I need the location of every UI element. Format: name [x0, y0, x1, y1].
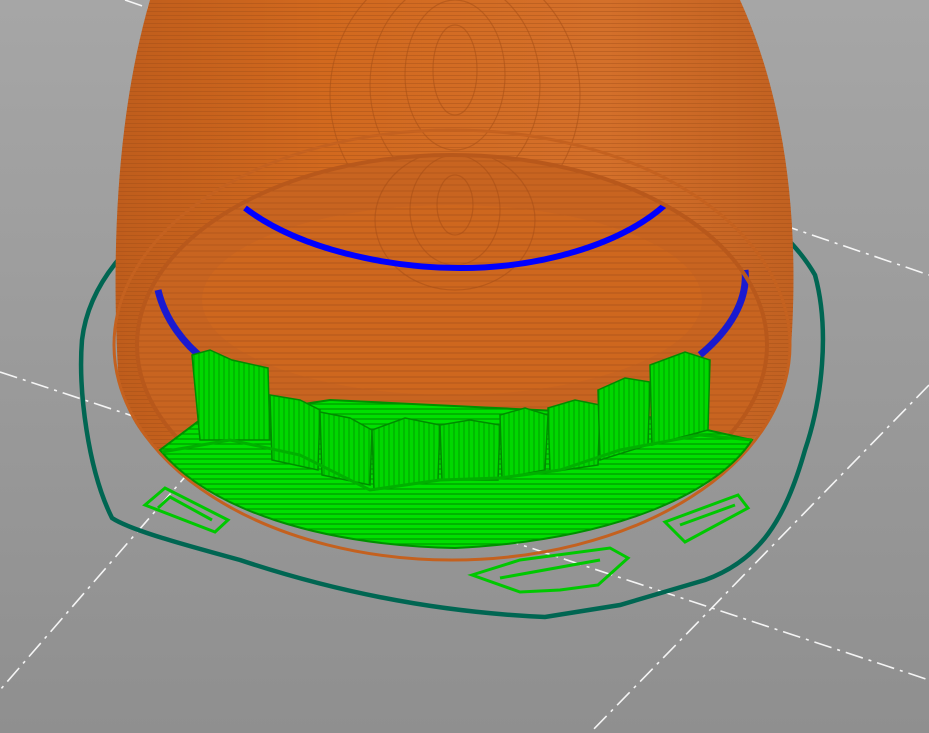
gcode-preview-viewport[interactable]: [0, 0, 929, 733]
print-preview-canvas[interactable]: [0, 0, 929, 733]
